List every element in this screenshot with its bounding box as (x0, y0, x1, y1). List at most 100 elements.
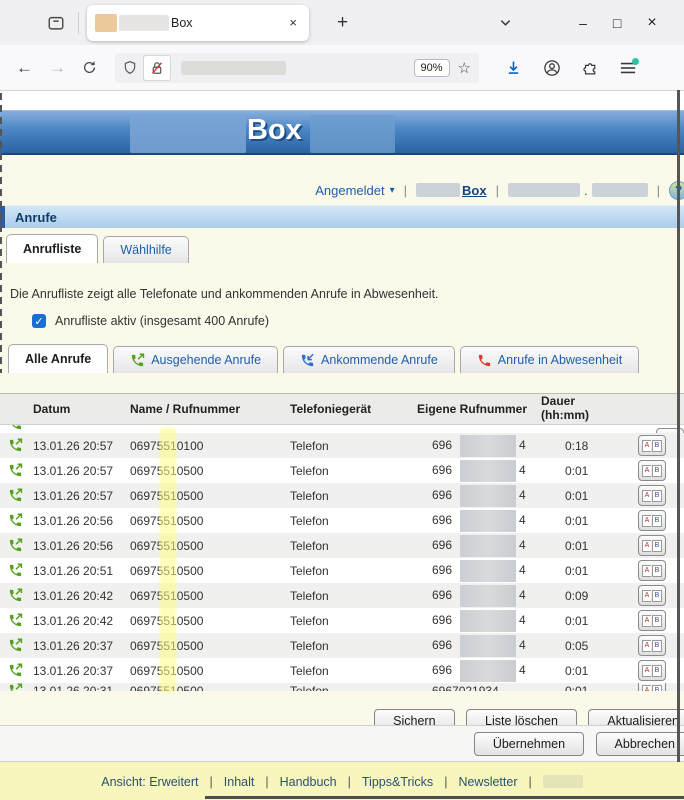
add-to-phonebook-button[interactable]: AB (638, 585, 666, 606)
box-home-link[interactable]: Box (416, 183, 487, 198)
filter-tab-outgoing[interactable]: Ausgehende Anrufe (113, 346, 278, 373)
call-date: 13.01.26 20:57 (30, 489, 122, 503)
outgoing-call-icon (8, 613, 23, 628)
filter-tab-all[interactable]: Alle Anrufe (8, 344, 108, 373)
call-device: Telefon (280, 564, 412, 578)
redacted-footer-link[interactable] (543, 775, 583, 788)
add-to-phonebook-button[interactable]: AB (638, 683, 666, 691)
own-number-prefix: 696 (432, 438, 452, 452)
add-to-phonebook-button[interactable]: AB (638, 635, 666, 656)
tab-waehlhilfe[interactable]: Wählhilfe (103, 236, 188, 263)
call-duration: 0:01 (538, 539, 634, 553)
outgoing-call-icon (8, 683, 23, 691)
table-row: 13.01.26 20:57 06975510100 Telefon 6964 … (0, 433, 684, 458)
call-number: 06975510100 (122, 439, 280, 453)
call-device: Telefon (280, 614, 412, 628)
add-to-phonebook-button[interactable]: AB (638, 510, 666, 531)
account-icon[interactable] (543, 59, 561, 77)
tab-anrufliste[interactable]: Anrufliste (6, 234, 98, 263)
zoom-level-badge[interactable]: 90% (414, 59, 450, 77)
shield-icon[interactable] (123, 60, 137, 75)
footer-separator: | (210, 775, 213, 789)
table-row-clipped-bottom: 13.01.26 20:31 06975510500 Telefon 69670… (0, 683, 684, 691)
outgoing-call-icon (8, 463, 23, 478)
own-number: 6964 (412, 610, 538, 632)
call-device: Telefon (280, 539, 412, 553)
add-to-phonebook-button[interactable]: AB (638, 435, 666, 456)
call-number: 06975510500 (122, 639, 280, 653)
browser-tab[interactable]: Box × (87, 5, 309, 41)
add-to-phonebook-button[interactable]: AB (638, 485, 666, 506)
footer-link-tipps[interactable]: Tipps&Tricks (362, 775, 433, 789)
redacted-box-prefix (416, 183, 460, 197)
browser-tab-strip: Box × + – □ × (0, 0, 684, 45)
incoming-call-icon (300, 353, 315, 368)
download-icon[interactable] (505, 59, 522, 76)
redacted-nav-item: . (508, 183, 648, 198)
footer-link-inhalt[interactable]: Inhalt (224, 775, 255, 789)
call-date: 13.01.26 20:56 (30, 539, 122, 553)
header-datum: Datum (30, 402, 122, 416)
filter-tab-missed[interactable]: Anrufe in Abwesenheit (460, 346, 639, 373)
apply-button[interactable]: Übernehmen (474, 732, 584, 756)
call-duration: 0:01 (538, 614, 634, 628)
redacted-favicon (95, 14, 117, 32)
own-number: 6964 (412, 560, 538, 582)
outgoing-call-icon (8, 488, 23, 503)
call-duration: 0:18 (538, 439, 634, 453)
add-to-phonebook-button[interactable]: AB (638, 560, 666, 581)
firefox-view-icon[interactable] (44, 11, 68, 35)
add-to-phonebook-button[interactable]: AB (638, 610, 666, 631)
call-number: 06975510500 (122, 514, 280, 528)
list-tabs-chevron-icon[interactable] (499, 16, 529, 29)
screenshot-root: Box × + – □ × ← → 90% ☆ (0, 0, 684, 800)
outgoing-call-icon (8, 425, 23, 431)
redacted-own-number (460, 660, 516, 682)
table-row-clipped-top: AB (0, 425, 684, 433)
url-bar[interactable]: 90% ☆ (115, 53, 479, 83)
table-header: Datum Name / Rufnummer Telefoniegerät Ei… (0, 393, 684, 425)
cancel-button[interactable]: Abbrechen (596, 732, 684, 756)
add-to-phonebook-button[interactable]: AB (638, 660, 666, 681)
call-date: 13.01.26 20:57 (30, 439, 122, 453)
footer-separator: | (265, 775, 268, 789)
extensions-icon[interactable] (582, 59, 599, 76)
table-row: 13.01.26 20:37 06975510500 Telefon 6964 … (0, 633, 684, 658)
outgoing-call-icon (8, 538, 23, 553)
table-row: 13.01.26 20:57 06975510500 Telefon 6964 … (0, 483, 684, 508)
filter-tab-incoming[interactable]: Ankommende Anrufe (283, 346, 455, 373)
call-number: 06975510500 (122, 564, 280, 578)
footer-link-newsletter[interactable]: Newsletter (458, 775, 517, 789)
tab-close-icon[interactable]: × (285, 13, 301, 32)
filter-tab-label: Ausgehende Anrufe (151, 353, 261, 367)
checkbox-checked[interactable]: ✓ (32, 314, 46, 328)
window-minimize-button[interactable]: – (579, 15, 587, 31)
window-maximize-button[interactable]: □ (613, 15, 621, 31)
footer-separator: | (348, 775, 351, 789)
main-tabs: Anrufliste Wählhilfe (0, 235, 684, 263)
browser-toolbar: ← → 90% ☆ (0, 45, 684, 91)
filter-tab-label: Anrufe in Abwesenheit (498, 353, 622, 367)
reload-button[interactable] (82, 60, 97, 75)
call-duration: 0:01 (538, 664, 634, 678)
insecure-lock-icon[interactable] (143, 55, 171, 81)
menu-hamburger-icon[interactable] (620, 61, 636, 75)
header-eigene-rufnummer: Eigene Rufnummer (412, 402, 538, 416)
window-close-button[interactable]: × (647, 14, 656, 32)
outgoing-call-icon (8, 563, 23, 578)
intro-text: Die Anrufliste zeigt alle Telefonate und… (10, 287, 684, 301)
bookmark-star-icon[interactable]: ☆ (458, 59, 471, 77)
add-to-phonebook-button[interactable]: AB (638, 460, 666, 481)
new-tab-button[interactable]: + (331, 12, 354, 34)
apply-bar: Übernehmen Abbrechen (0, 725, 684, 762)
logged-in-menu[interactable]: Angemeldet ▾ (315, 183, 394, 198)
call-date: 13.01.26 20:31 (30, 684, 122, 692)
footer-link-handbuch[interactable]: Handbuch (280, 775, 337, 789)
footer-link-ansicht[interactable]: Ansicht: Erweitert (101, 775, 198, 789)
add-to-phonebook-button[interactable]: AB (638, 535, 666, 556)
call-number: 06975510500 (122, 464, 280, 478)
call-device: Telefon (280, 464, 412, 478)
brand-banner: Box (0, 110, 684, 155)
back-button[interactable]: ← (16, 58, 33, 78)
call-date: 13.01.26 20:42 (30, 614, 122, 628)
